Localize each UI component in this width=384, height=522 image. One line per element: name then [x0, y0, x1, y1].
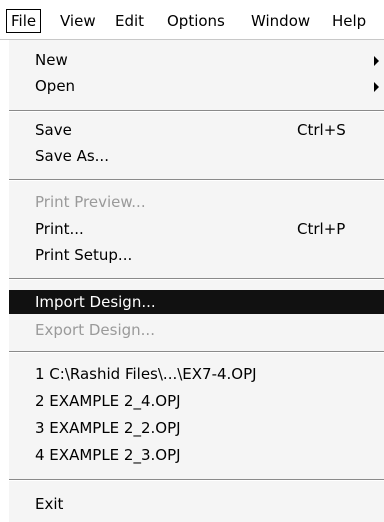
menu-view[interactable]: View	[56, 9, 100, 33]
menu-separator	[9, 479, 384, 481]
shortcut-label: Ctrl+S	[297, 121, 346, 139]
menu-item-new[interactable]: New	[9, 48, 384, 72]
menu-help[interactable]: Help	[328, 9, 370, 33]
menu-item-print[interactable]: Print... Ctrl+P	[9, 217, 384, 241]
menu-item-recent-file-3[interactable]: 3 EXAMPLE 2_2.OPJ	[9, 416, 384, 440]
menu-item-save[interactable]: Save Ctrl+S	[9, 118, 384, 142]
menu-item-label: 2 EXAMPLE 2_4.OPJ	[35, 392, 181, 410]
shortcut-label: Ctrl+P	[297, 220, 346, 238]
menu-item-print-preview: Print Preview...	[9, 190, 384, 214]
menu-file[interactable]: File	[6, 9, 42, 33]
menu-item-label: Print Preview...	[35, 193, 146, 211]
menu-item-label: Save As...	[35, 147, 109, 165]
menu-item-print-setup[interactable]: Print Setup...	[9, 243, 384, 267]
menu-options[interactable]: Options	[163, 9, 229, 33]
menu-edit[interactable]: Edit	[111, 9, 148, 33]
menu-window[interactable]: Window	[247, 9, 314, 33]
menu-item-label: Import Design...	[35, 293, 156, 311]
menu-item-recent-file-4[interactable]: 4 EXAMPLE 2_3.OPJ	[9, 443, 384, 467]
menu-item-label: Open	[35, 77, 76, 95]
menu-item-label: 4 EXAMPLE 2_3.OPJ	[35, 446, 181, 464]
menu-item-open[interactable]: Open	[9, 74, 384, 98]
menu-item-import-design[interactable]: Import Design...	[9, 290, 384, 314]
menu-item-export-design: Export Design...	[9, 318, 384, 342]
file-menu-dropdown: New Open Save Ctrl+S Save As... Print Pr…	[8, 40, 384, 522]
menu-item-label: 3 EXAMPLE 2_2.OPJ	[35, 419, 181, 437]
application-window: File View Edit Options Window Help New O…	[0, 0, 384, 522]
menu-item-label: Print Setup...	[35, 246, 133, 264]
menu-item-recent-file-2[interactable]: 2 EXAMPLE 2_4.OPJ	[9, 389, 384, 413]
menu-separator	[9, 179, 384, 181]
menu-item-recent-file-1[interactable]: 1 C:\Rashid Files\...\EX7-4.OPJ	[9, 362, 384, 386]
menu-item-label: Save	[35, 121, 72, 139]
menu-item-exit[interactable]: Exit	[9, 492, 384, 516]
menu-item-label: 1 C:\Rashid Files\...\EX7-4.OPJ	[35, 365, 257, 383]
menu-separator	[9, 351, 384, 353]
menu-separator	[9, 110, 384, 112]
menu-item-save-as[interactable]: Save As...	[9, 144, 384, 168]
menu-item-label: Print...	[35, 220, 84, 238]
menu-item-label: Export Design...	[35, 321, 155, 339]
submenu-arrow-icon	[374, 82, 379, 92]
menu-separator	[9, 278, 384, 280]
submenu-arrow-icon	[374, 56, 379, 66]
menu-bar: File View Edit Options Window Help	[0, 0, 384, 40]
menu-item-label: New	[35, 51, 68, 69]
menu-item-label: Exit	[35, 495, 64, 513]
